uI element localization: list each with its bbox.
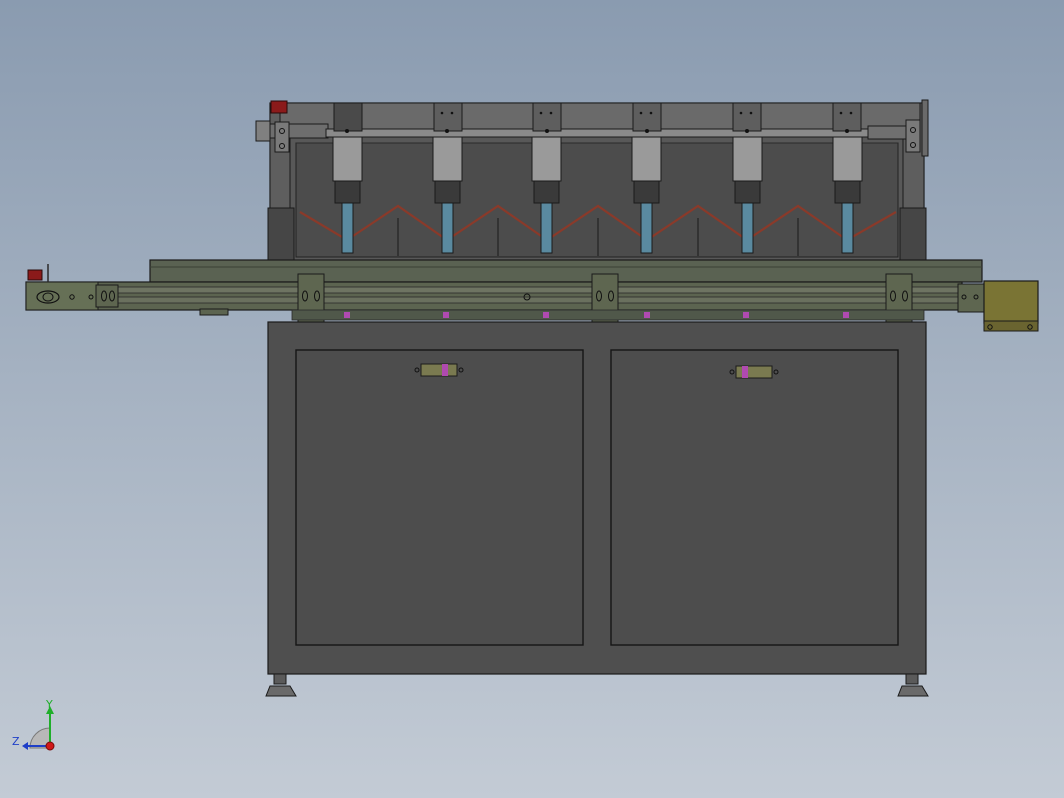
sensor-red <box>27 269 43 281</box>
guide-rod <box>325 128 871 138</box>
cylinder-collar <box>834 180 861 204</box>
cylinder-body <box>531 136 562 182</box>
drive-motor <box>983 280 1039 324</box>
top-beam <box>279 102 921 132</box>
cylinder-collar <box>434 180 461 204</box>
z-axis-label: Z <box>12 735 20 748</box>
table-top-plate <box>149 259 983 283</box>
conveyor-under-tab <box>199 308 229 316</box>
right-post-block <box>899 207 927 261</box>
cylinder-mount-plate <box>433 102 463 132</box>
cylinder-mount-plate <box>732 102 762 132</box>
cylinder-collar <box>533 180 560 204</box>
cylinder-mount-plate <box>333 102 363 132</box>
red-stop-block <box>270 100 288 114</box>
cylinder-rod <box>640 202 653 254</box>
z-axis-arrowhead <box>22 742 28 750</box>
right-end-plate <box>921 99 929 157</box>
cylinder-rod <box>540 202 553 254</box>
latch-icon <box>729 365 779 379</box>
leveling-foot-icon <box>265 673 297 697</box>
machine-front-view-drawing <box>22 99 1039 751</box>
magenta-strip <box>291 309 925 321</box>
cylinder-collar <box>734 180 761 204</box>
cylinder-collar <box>633 180 660 204</box>
conveyor-belt-upper <box>117 286 959 294</box>
cylinder-body <box>631 136 662 182</box>
cabinet-door-left <box>295 349 584 646</box>
cylinder-body <box>832 136 863 182</box>
leveling-foot-icon <box>897 673 929 697</box>
cylinder-rod <box>841 202 854 254</box>
cylinder-mount-plate <box>832 102 862 132</box>
cylinder-mount-plate <box>532 102 562 132</box>
cylinder-body <box>432 136 463 182</box>
x-axis-dot <box>45 741 55 751</box>
y-axis-label: Y <box>46 698 53 711</box>
cylinder-collar <box>334 180 361 204</box>
work-table <box>149 259 983 283</box>
upper-frame-inner-window <box>295 142 899 258</box>
left-screw-coupling <box>255 120 271 142</box>
cad-viewport[interactable]: Y Z <box>0 0 1064 798</box>
cylinder-rod <box>341 202 354 254</box>
base-cabinet <box>265 321 929 697</box>
conveyor-rail <box>25 281 963 311</box>
cylinder-body <box>332 136 363 182</box>
left-bearing-block <box>274 121 290 153</box>
cylinder-body <box>732 136 763 182</box>
latch-icon <box>414 363 464 377</box>
cylinder-rod <box>741 202 754 254</box>
conveyor-belt-lower <box>117 296 959 304</box>
cylinder-rod <box>441 202 454 254</box>
guide-rod-end <box>867 125 913 140</box>
coordinate-triad[interactable] <box>22 706 55 751</box>
left-post-block <box>267 207 295 261</box>
cylinder-mount-plate <box>632 102 662 132</box>
cabinet-door-right <box>610 349 899 646</box>
